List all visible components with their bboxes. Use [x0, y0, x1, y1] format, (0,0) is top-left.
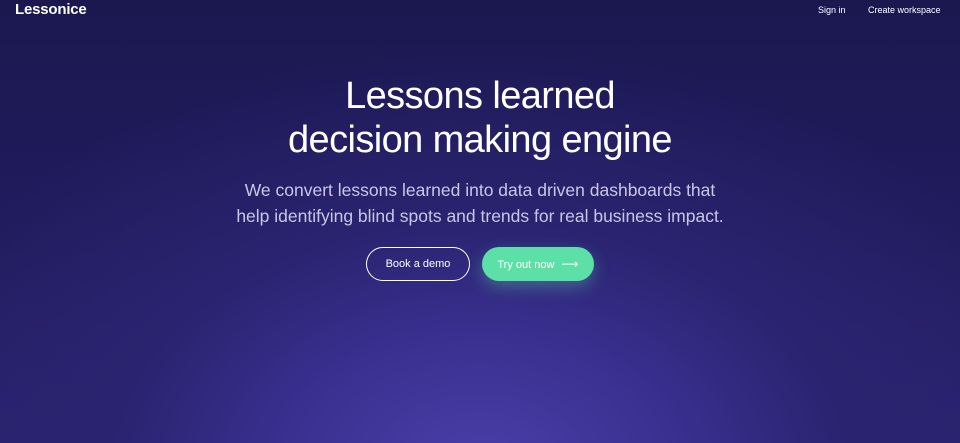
arrow-right-icon: ⟶ [561, 257, 579, 271]
hero-subtitle-line-2: help identifying blind spots and trends … [236, 206, 724, 226]
hero-title-line-1: Lessons learned [345, 75, 615, 117]
try-out-now-button[interactable]: Try out now ⟶ [482, 247, 594, 281]
brand-logo[interactable]: Lessonice [15, 1, 87, 18]
book-demo-button[interactable]: Book a demo [366, 247, 470, 281]
hero-subtitle: We convert lessons learned into data dri… [0, 177, 960, 229]
hero-cta-group: Book a demo Try out now ⟶ [0, 247, 960, 283]
hero-section: Lessons learned decision making engine W… [0, 74, 960, 229]
try-out-now-label: Try out now [497, 259, 555, 271]
hero-title-line-2: decision making engine [288, 119, 673, 161]
sign-in-link[interactable]: Sign in [818, 5, 846, 15]
hero-subtitle-line-1: We convert lessons learned into data dri… [244, 180, 716, 200]
top-navigation-bar: Lessonice Sign in Create workspace [0, 0, 960, 22]
create-workspace-link[interactable]: Create workspace [868, 5, 941, 15]
